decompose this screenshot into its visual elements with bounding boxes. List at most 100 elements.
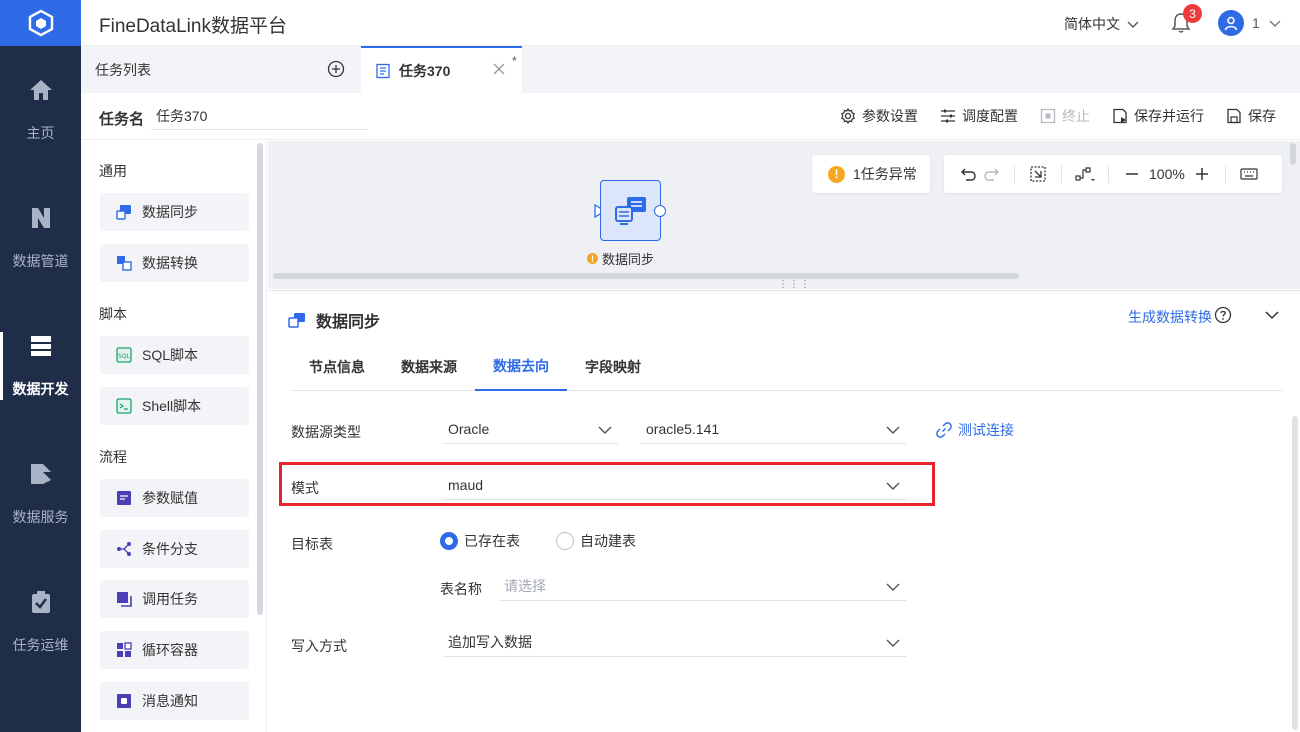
- panel-tabs: 节点信息 数据来源 数据去向 字段映射: [291, 343, 1283, 391]
- chevron-down-icon: [886, 482, 900, 490]
- nav-item-pipeline[interactable]: 数据管道: [0, 174, 81, 302]
- stop-button[interactable]: 终止: [1040, 106, 1090, 126]
- tab-task-list[interactable]: 任务列表: [81, 46, 361, 93]
- canvas-vertical-scrollbar[interactable]: [1290, 143, 1296, 165]
- left-nav: 主页 数据管道 数据开发 数据服务 任务运维: [0, 0, 81, 732]
- svg-text:SQL: SQL: [118, 353, 131, 360]
- palette-item-condition-branch[interactable]: 条件分支: [100, 530, 249, 568]
- flow-canvas[interactable]: ! 1任务异常 100% ! 数据同步: [268, 141, 1300, 289]
- layout-icon[interactable]: [1074, 165, 1096, 183]
- redo-icon[interactable]: [980, 166, 1002, 182]
- palette-item-data-transform[interactable]: 数据转换: [100, 244, 249, 282]
- warning-icon: !: [828, 165, 845, 183]
- call-task-icon: [117, 592, 132, 607]
- node-palette: 通用 数据同步 数据转换 脚本 SQL SQL脚本 Shell脚本 流程 参数赋…: [81, 141, 267, 732]
- schema-value: maud: [448, 476, 484, 493]
- palette-item-shell-script[interactable]: Shell脚本: [100, 387, 249, 425]
- palette-item-loop-container[interactable]: 循环容器: [100, 631, 249, 669]
- connection-select[interactable]: oracle5.141: [641, 414, 906, 444]
- table-name-select[interactable]: 请选择: [499, 571, 906, 601]
- write-mode-label: 写入方式: [291, 638, 347, 654]
- tab-field-mapping[interactable]: 字段映射: [567, 343, 659, 391]
- zoom-in-icon[interactable]: [1191, 167, 1213, 181]
- task-name-input[interactable]: [151, 102, 368, 130]
- tab-data-source[interactable]: 数据来源: [383, 343, 475, 391]
- palette-item-message-notify[interactable]: 消息通知: [100, 682, 249, 720]
- nav-label: 数据管道: [12, 253, 69, 269]
- help-icon[interactable]: [1214, 306, 1232, 324]
- palette-group-title: 脚本: [99, 306, 127, 322]
- task-name-label: 任务名: [99, 111, 145, 128]
- top-header: FineDataLink数据平台 简体中文 3 1: [81, 0, 1300, 46]
- message-icon: [117, 694, 131, 708]
- modified-mark: *: [512, 54, 517, 68]
- generate-transform-link[interactable]: 生成数据转换: [1128, 307, 1212, 327]
- target-table-label: 目标表: [291, 536, 333, 552]
- nav-item-ops[interactable]: 任务运维: [0, 558, 81, 686]
- close-icon[interactable]: [492, 62, 506, 76]
- tab-task-list-label: 任务列表: [95, 61, 151, 78]
- radio-existing-table[interactable]: 已存在表: [440, 531, 520, 551]
- add-tab-icon[interactable]: [327, 60, 345, 78]
- data-sync-node[interactable]: [600, 180, 661, 241]
- palette-scrollbar[interactable]: [257, 143, 263, 615]
- palette-item-data-sync[interactable]: 数据同步: [100, 193, 249, 231]
- user-icon: [1224, 16, 1238, 31]
- param-settings-button[interactable]: 参数设置: [840, 106, 918, 126]
- chevron-down-icon: [886, 639, 900, 647]
- branch-icon: [117, 542, 131, 556]
- notification-badge: 3: [1183, 4, 1202, 23]
- panel-resize-handle[interactable]: ⋮⋮⋮: [778, 279, 811, 290]
- table-name-label: 表名称: [440, 581, 482, 597]
- nav-item-home[interactable]: 主页: [0, 46, 81, 174]
- radio-auto-create[interactable]: 自动建表: [556, 531, 636, 551]
- save-and-run-button[interactable]: 保存并运行: [1112, 106, 1204, 126]
- service-icon: [30, 464, 51, 484]
- nav-item-dev[interactable]: 数据开发: [0, 302, 81, 430]
- save-button[interactable]: 保存: [1226, 106, 1276, 126]
- chevron-down-icon[interactable]: [1264, 307, 1280, 323]
- chevron-down-icon: [1127, 21, 1139, 28]
- exception-indicator[interactable]: ! 1任务异常: [812, 155, 930, 193]
- fit-view-icon[interactable]: [1027, 165, 1049, 183]
- palette-item-label: 数据转换: [142, 255, 198, 271]
- stop-label: 终止: [1062, 108, 1090, 124]
- panel-scrollbar[interactable]: [1292, 416, 1298, 730]
- datasource-type-value: Oracle: [448, 420, 490, 437]
- language-selector[interactable]: 简体中文: [1064, 14, 1140, 34]
- param-settings-label: 参数设置: [862, 108, 918, 124]
- data-sync-icon: [116, 205, 131, 220]
- palette-item-label: 循环容器: [142, 642, 198, 658]
- user-name: 1: [1252, 15, 1260, 31]
- write-mode-value: 追加写入数据: [448, 633, 532, 650]
- nav-item-service[interactable]: 数据服务: [0, 430, 81, 558]
- palette-group-title: 流程: [99, 449, 127, 465]
- zoom-level: 100%: [1149, 166, 1185, 182]
- canvas-horizontal-scrollbar[interactable]: [273, 273, 1019, 279]
- palette-item-label: 消息通知: [142, 693, 198, 709]
- nav-label: 主页: [26, 125, 55, 141]
- test-connection-button[interactable]: 测试连接: [936, 420, 1014, 440]
- schema-select[interactable]: maud: [443, 470, 906, 500]
- node-output-port[interactable]: [654, 205, 666, 217]
- panel-title: 数据同步: [288, 308, 380, 332]
- undo-icon[interactable]: [958, 166, 980, 182]
- datasource-type-select[interactable]: Oracle: [443, 414, 618, 444]
- radio-unchecked-icon: [556, 532, 574, 550]
- tab-data-destination[interactable]: 数据去向: [475, 343, 567, 391]
- palette-item-param-assign[interactable]: 参数赋值: [100, 479, 249, 517]
- table-name-placeholder: 请选择: [504, 577, 546, 594]
- zoom-out-icon[interactable]: [1121, 167, 1143, 181]
- app-logo[interactable]: [0, 0, 81, 46]
- tab-task-370[interactable]: 任务370 *: [361, 46, 522, 93]
- schedule-config-button[interactable]: 调度配置: [940, 106, 1018, 126]
- save-label: 保存: [1248, 108, 1276, 124]
- keyboard-icon[interactable]: [1238, 167, 1260, 181]
- connection-value: oracle5.141: [646, 420, 720, 437]
- palette-item-call-task[interactable]: 调用任务: [100, 580, 249, 618]
- user-menu[interactable]: 1: [1218, 10, 1282, 36]
- palette-item-sql-script[interactable]: SQL SQL脚本: [100, 336, 249, 374]
- tab-node-info[interactable]: 节点信息: [291, 343, 383, 391]
- write-mode-select[interactable]: 追加写入数据: [443, 627, 906, 657]
- node-label-text: 数据同步: [602, 252, 655, 267]
